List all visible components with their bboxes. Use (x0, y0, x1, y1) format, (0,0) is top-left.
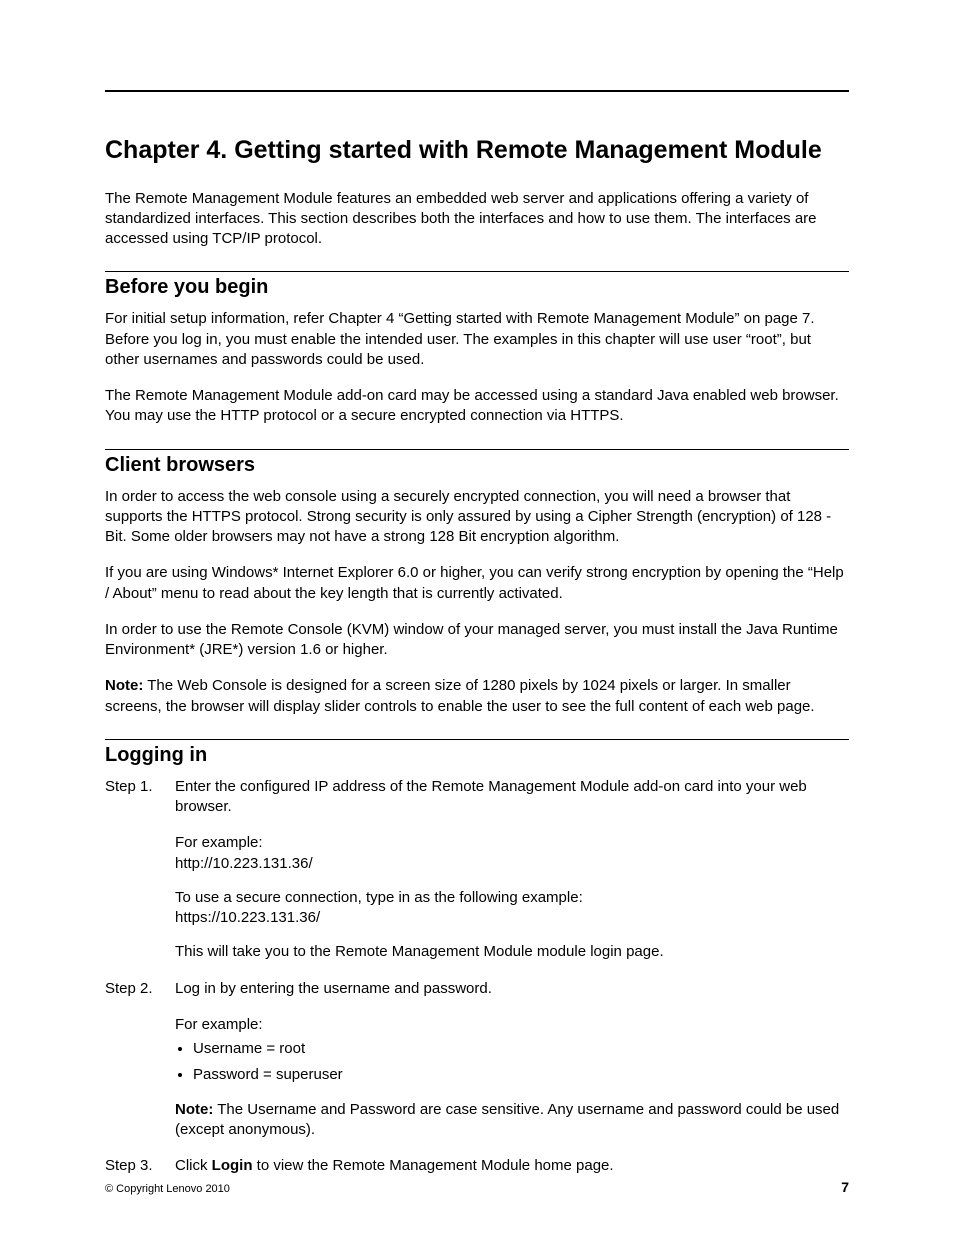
body-paragraph: In order to use the Remote Console (KVM)… (105, 620, 849, 661)
list-item: Password = superuser (193, 1065, 849, 1085)
section-heading-logging-in: Logging in (105, 744, 849, 767)
step-2: Step 2. Log in by entering the username … (105, 979, 849, 1155)
section-rule (105, 271, 849, 272)
step-text: For example: (175, 833, 849, 853)
list-item: Username = root (193, 1039, 849, 1059)
credentials-list: Username = root Password = superuser (175, 1039, 849, 1086)
note-body: The Web Console is designed for a screen… (105, 677, 815, 714)
body-paragraph: For initial setup information, refer Cha… (105, 309, 849, 370)
note-label: Note: (105, 677, 143, 694)
login-bold: Login (212, 1157, 253, 1174)
note-paragraph: Note: The Username and Password are case… (175, 1100, 849, 1141)
chapter-title: Chapter 4. Getting started with Remote M… (105, 134, 849, 167)
step-body: Log in by entering the username and pass… (175, 979, 849, 1155)
example-url: https://10.223.131.36/ (175, 908, 849, 928)
example-url: http://10.223.131.36/ (175, 854, 849, 874)
section-heading-before-you-begin: Before you begin (105, 276, 849, 299)
step-text: Enter the configured IP address of the R… (175, 777, 849, 818)
step-text: To use a secure connection, type in as t… (175, 888, 849, 908)
steps-list: Step 1. Enter the configured IP address … (105, 777, 849, 1191)
step-label: Step 2. (105, 979, 175, 1155)
step-text: Click Login to view the Remote Managemen… (175, 1156, 849, 1176)
copyright-text: © Copyright Lenovo 2010 (105, 1183, 230, 1195)
note-paragraph: Note: The Web Console is designed for a … (105, 676, 849, 717)
step-label: Step 1. (105, 777, 175, 977)
document-page: Chapter 4. Getting started with Remote M… (0, 0, 954, 1235)
step-body: Enter the configured IP address of the R… (175, 777, 849, 977)
body-paragraph: In order to access the web console using… (105, 487, 849, 548)
step-text: For example: (175, 1015, 849, 1035)
step-text: This will take you to the Remote Managem… (175, 942, 849, 962)
page-footer: © Copyright Lenovo 2010 7 (105, 1179, 849, 1195)
page-number: 7 (841, 1179, 849, 1195)
step-text: Log in by entering the username and pass… (175, 979, 849, 999)
section-rule (105, 449, 849, 450)
note-body: The Username and Password are case sensi… (175, 1101, 839, 1138)
note-label: Note: (175, 1101, 213, 1118)
body-paragraph: The Remote Management Module add-on card… (105, 386, 849, 427)
chapter-intro: The Remote Management Module features an… (105, 189, 849, 250)
body-paragraph: If you are using Windows* Internet Explo… (105, 563, 849, 604)
section-heading-client-browsers: Client browsers (105, 454, 849, 477)
top-horizontal-rule (105, 90, 849, 92)
step-1: Step 1. Enter the configured IP address … (105, 777, 849, 977)
section-rule (105, 739, 849, 740)
